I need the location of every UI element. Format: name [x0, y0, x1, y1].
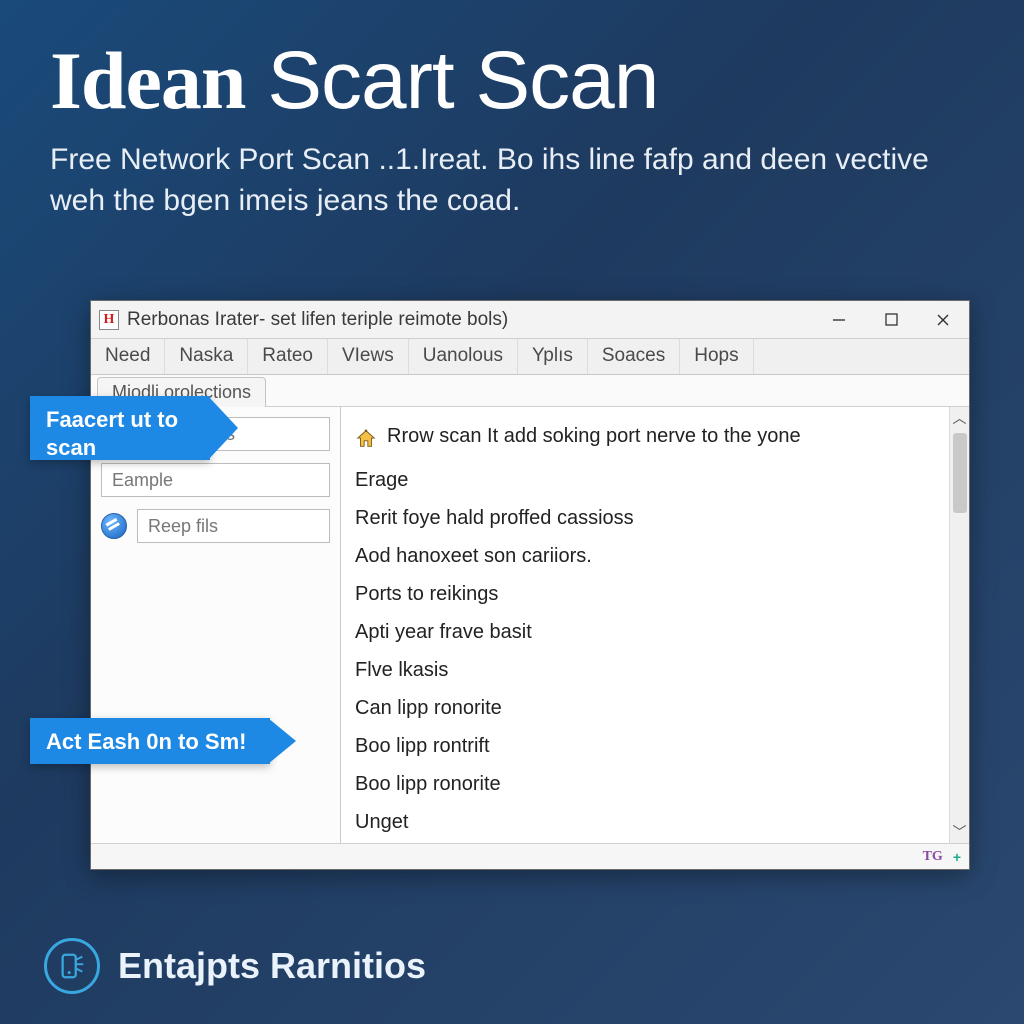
footer-brand: Entajpts Rarnitios — [44, 938, 426, 994]
title-light: Scart Scan — [267, 35, 658, 126]
menu-item[interactable]: Naska — [165, 339, 248, 374]
list-item: Apti year frave basit — [355, 613, 949, 651]
title-bold: Idean — [50, 35, 246, 126]
page-subtitle: Free Network Port Scan ..1.Ireat. Bo ihs… — [50, 140, 970, 221]
window-title: Rerbonas Irater- set lifen teriple reimo… — [127, 309, 813, 331]
field-label: Reep fils — [148, 516, 218, 537]
list-item: Rerit foye hald proffed cassioss — [355, 499, 949, 537]
scroll-thumb[interactable] — [953, 433, 967, 513]
statusbar: TG + — [91, 843, 969, 869]
app-window: H Rerbonas Irater- set lifen teriple rei… — [90, 300, 970, 870]
eample-field[interactable]: Eample — [101, 463, 330, 497]
list-item: Unget — [355, 803, 949, 841]
brand-name: Entajpts Rarnitios — [118, 945, 426, 987]
menu-item[interactable]: Uanolous — [409, 339, 518, 374]
reep-row: Reep fils — [101, 509, 330, 543]
list-item: Erage — [355, 461, 949, 499]
list-item: Ports to reikings — [355, 575, 949, 613]
arrow-right-icon — [268, 718, 296, 764]
brand-icon — [44, 938, 100, 994]
reep-field[interactable]: Reep fils — [137, 509, 330, 543]
sidebar: mpass Eample Reep fils — [91, 407, 341, 843]
minimize-button[interactable] — [813, 301, 865, 338]
status-plus[interactable]: + — [953, 849, 961, 865]
vertical-scrollbar[interactable]: ︿ ﹀ — [949, 407, 969, 843]
menu-item[interactable]: Rateo — [248, 339, 328, 374]
page-title: Idean Scart Scan — [50, 40, 974, 122]
menu-item[interactable]: Soaces — [588, 339, 680, 374]
arrow-right-icon — [208, 396, 238, 460]
app-icon: H — [99, 310, 119, 330]
menu-item[interactable]: VIews — [328, 339, 409, 374]
tool-icon — [101, 513, 127, 539]
maximize-button[interactable] — [865, 301, 917, 338]
content-pane: Rrow scan It add soking port nerve to th… — [341, 407, 969, 843]
field-label: Eample — [112, 470, 173, 491]
list-item: Can lipp ronorite — [355, 689, 949, 727]
home-icon — [355, 425, 377, 447]
content-lead: Rrow scan It add soking port nerve to th… — [387, 417, 801, 455]
list-item: Boo lipp ronorite — [355, 765, 949, 803]
callout-text: Act Eash 0n to Sm! — [46, 729, 246, 754]
list-item: Aod hanoxeet son cariiors. — [355, 537, 949, 575]
callout-text: Faacert ut to scan — [46, 407, 178, 460]
scroll-down-icon[interactable]: ﹀ — [950, 821, 969, 843]
list-item: Boo lipp rontrift — [355, 727, 949, 765]
titlebar[interactable]: H Rerbonas Irater- set lifen teriple rei… — [91, 301, 969, 339]
menu-item[interactable]: Hops — [680, 339, 753, 374]
status-tg: TG — [923, 849, 943, 865]
menu-item[interactable]: Need — [91, 339, 165, 374]
close-button[interactable] — [917, 301, 969, 338]
scroll-up-icon[interactable]: ︿ — [953, 407, 967, 429]
callout-act: Act Eash 0n to Sm! — [30, 718, 270, 764]
menubar: Need Naska Rateo VIews Uanolous Yplıs So… — [91, 339, 969, 375]
callout-scan: Faacert ut to scan — [30, 396, 210, 460]
menu-item[interactable]: Yplıs — [518, 339, 588, 374]
list-item: Flve lkasis — [355, 651, 949, 689]
